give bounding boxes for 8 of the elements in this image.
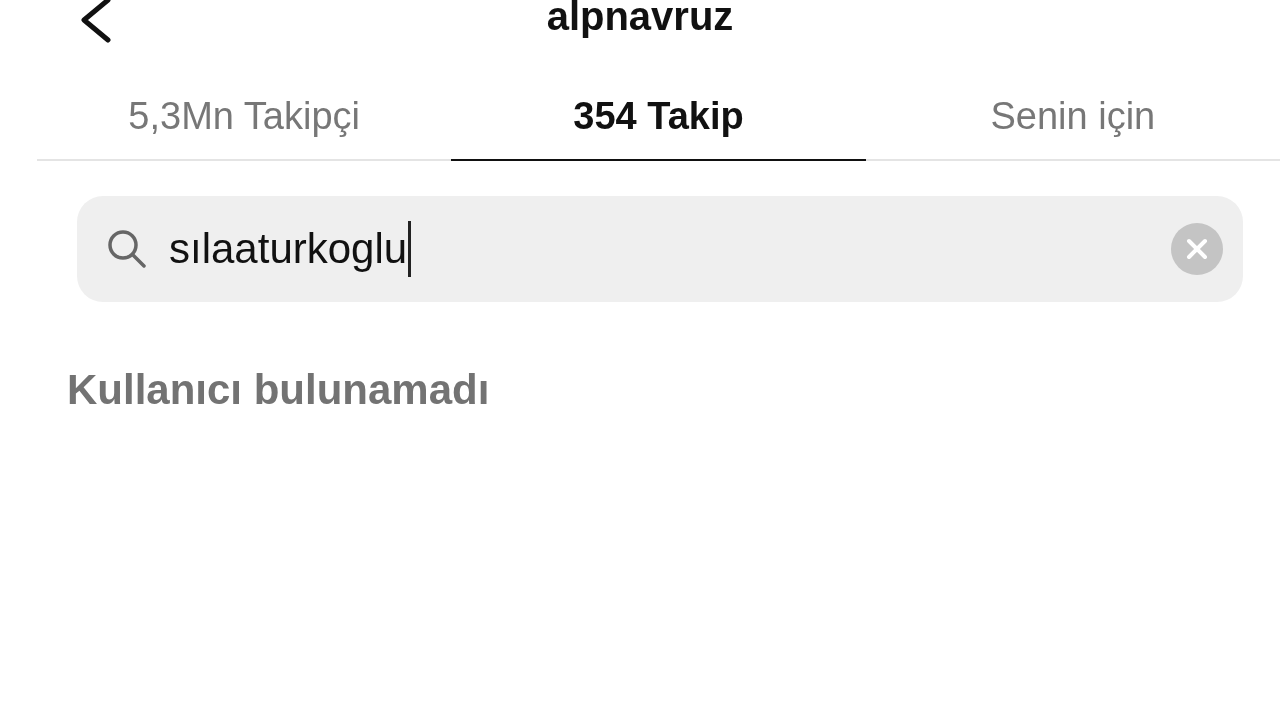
empty-message: Kullanıcı bulunamadı xyxy=(67,366,491,414)
tab[interactable]: 5,3Mn Takipçi xyxy=(37,90,452,161)
profile-title: alpnavruz xyxy=(546,0,734,36)
search-field[interactable]: sılaaturkoglu xyxy=(77,196,1243,302)
tab[interactable]: 354 Takip xyxy=(451,90,866,161)
search-value: sılaaturkoglu xyxy=(169,224,408,274)
search-icon xyxy=(107,229,147,269)
tab[interactable]: Senin için xyxy=(865,90,1280,161)
